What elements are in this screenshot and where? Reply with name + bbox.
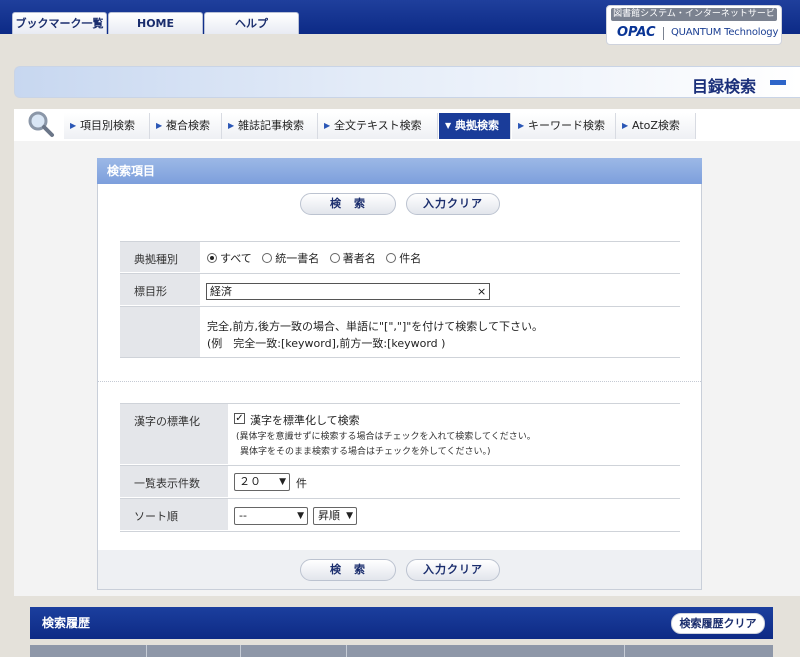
sort-direction-select[interactable]: 昇順 ▼ [313, 507, 357, 525]
vendor-logo: QUANTUM Technology [671, 27, 779, 38]
tab-keyword-search[interactable]: ▶ キーワード検索 [512, 113, 616, 139]
search-button-top[interactable]: 検 索 [300, 193, 396, 215]
search-magnifier-icon [26, 109, 56, 139]
help-tab[interactable]: ヘルプ [204, 12, 299, 34]
brand-service-label: 図書館システム・インターネットサービス [611, 8, 777, 32]
radio-uniform-title[interactable]: 統一書名 [262, 252, 319, 265]
history-table-header [30, 645, 773, 657]
row-divider [120, 531, 680, 532]
help-label-cell [120, 307, 200, 358]
radio-icon [262, 253, 273, 263]
chevron-down-icon: ▼ [279, 477, 286, 487]
clear-button-bottom[interactable]: 入力クリア [406, 559, 500, 581]
tab-arrow-icon: ▶ [70, 121, 77, 130]
row-divider [120, 357, 680, 358]
display-count-select[interactable]: ２０ ▼ [234, 473, 290, 491]
page-title: 目録検索 [691, 77, 756, 96]
radio-all[interactable]: すべて [207, 252, 252, 265]
bottom-button-bar [98, 550, 701, 589]
page-header-bar [14, 66, 800, 98]
search-help-line-2: (例 完全一致:[keyword],前方一致:[keyword ) [207, 337, 446, 350]
tab-arrow-icon: ▶ [622, 121, 629, 130]
search-help-line-1: 完全,前方,後方一致の場合、単語に"[","]"を付けて検索して下さい。 [207, 320, 543, 333]
sort-field-select[interactable]: -- ▼ [234, 507, 308, 525]
tab-authority-search[interactable]: ▼ 典拠検索 [439, 113, 511, 139]
display-count-label: 一覧表示件数 [120, 466, 228, 498]
tab-arrow-icon: ▶ [324, 121, 331, 130]
brand-divider [663, 27, 664, 40]
row-divider [120, 241, 680, 242]
heading-label: 標目形 [120, 274, 200, 306]
column-divider [240, 645, 241, 657]
row-divider [120, 306, 680, 307]
radio-subject[interactable]: 件名 [386, 252, 421, 265]
clear-history-button[interactable]: 検索履歴クリア [671, 613, 765, 634]
heading-input[interactable]: 経済 [206, 283, 490, 300]
row-divider [120, 273, 680, 274]
count-unit: 件 [296, 477, 307, 490]
tab-item-search[interactable]: ▶ 項目別検索 [64, 113, 150, 139]
chevron-down-icon: ▼ [346, 511, 353, 521]
kanji-standardize-label: 漢字の標準化 [120, 404, 228, 465]
kanji-standardize-checkbox[interactable]: ✓ [234, 413, 245, 424]
search-button-bottom[interactable]: 検 索 [300, 559, 396, 581]
kanji-note-1: (異体字を意識せずに検索する場合はチェックを入れて検索してください。 [236, 432, 536, 442]
opac-logo: OPAC [617, 25, 656, 40]
column-divider [346, 645, 347, 657]
column-divider [146, 645, 147, 657]
authority-type-label: 典拠種別 [120, 242, 200, 273]
clear-input-icon[interactable]: × [477, 283, 486, 300]
clear-button-top[interactable]: 入力クリア [406, 193, 500, 215]
column-divider [624, 645, 625, 657]
tab-compound-search[interactable]: ▶ 複合検索 [150, 113, 222, 139]
search-history-header: 検索履歴 [30, 607, 773, 639]
tab-arrow-down-icon: ▼ [445, 121, 452, 130]
chevron-down-icon: ▼ [297, 511, 304, 521]
authority-type-radios: すべて 統一書名 著者名 件名 [207, 250, 421, 266]
home-tab[interactable]: HOME [108, 12, 203, 34]
tab-fulltext-search[interactable]: ▶ 全文テキスト検索 [318, 113, 438, 139]
kanji-checkbox-label: 漢字を標準化して検索 [250, 414, 360, 427]
radio-icon [329, 253, 340, 263]
bookmark-list-tab[interactable]: ブックマーク一覧 [12, 12, 107, 34]
sort-order-label: ソート順 [120, 499, 228, 531]
tab-arrow-icon: ▶ [156, 121, 163, 130]
section-separator [98, 381, 701, 382]
title-marker [770, 80, 786, 85]
search-form-header: 検索項目 [97, 158, 702, 184]
tab-arrow-icon: ▶ [518, 121, 525, 130]
radio-icon [207, 253, 217, 263]
radio-author[interactable]: 著者名 [329, 252, 376, 265]
brand-logo: 図書館システム・インターネットサービス OPAC QUANTUM Technol… [606, 5, 782, 45]
tab-arrow-icon: ▶ [228, 121, 235, 130]
radio-icon [386, 253, 397, 263]
kanji-note-2: 異体字をそのまま検索する場合はチェックを外してください。) [240, 447, 491, 457]
tab-atoz-search[interactable]: ▶ AtoZ検索 [616, 113, 696, 139]
tab-journal-article-search[interactable]: ▶ 雑誌記事検索 [222, 113, 318, 139]
